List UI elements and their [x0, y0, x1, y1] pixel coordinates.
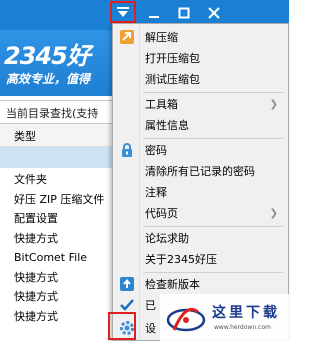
menu-item-label: 设	[145, 322, 156, 335]
update-icon	[119, 276, 135, 292]
menu-item-label: 清除所有已记录的密码	[145, 165, 255, 178]
menu-item-label: 关于2345好压	[145, 253, 217, 266]
menu-item-about[interactable]: 关于2345好压	[113, 249, 288, 269]
submenu-arrow-icon: ❯	[269, 207, 278, 219]
table-row[interactable]: 快捷方式	[0, 268, 110, 288]
menu-item-label: 测试压缩包	[145, 73, 200, 86]
maximize-button[interactable]	[172, 2, 196, 24]
menu-item-label: 属性信息	[145, 119, 189, 132]
close-icon	[208, 7, 220, 19]
menu-item-codepage[interactable]: 代码页 ❯	[113, 203, 288, 223]
menu-item-label: 解压缩	[145, 31, 178, 44]
table-row[interactable]: 快捷方式	[0, 307, 110, 327]
minimize-icon	[149, 16, 159, 18]
menu-item-label: 密码	[145, 144, 167, 157]
menu-item-label: 打开压缩包	[145, 52, 200, 65]
file-type-list: 文件夹 好压 ZIP 压缩文件 配置设置 快捷方式 BitComet File …	[0, 170, 110, 326]
table-row[interactable]: 配置设置	[0, 209, 110, 229]
menu-item-forum-help[interactable]: 论坛求助	[113, 228, 288, 248]
menu-item-label: 工具箱	[145, 98, 178, 111]
menu-item-properties[interactable]: 属性信息	[113, 115, 288, 135]
menu-item-label: 代码页	[145, 207, 178, 220]
table-row[interactable]: 快捷方式	[0, 287, 110, 307]
watermark-logo-icon	[166, 307, 206, 332]
app-logo: 2345好	[4, 42, 91, 70]
menu-separator	[143, 226, 283, 227]
menu-item-toolbox[interactable]: 工具箱 ❯	[113, 94, 288, 114]
menu-item-clear-passwords[interactable]: 清除所有已记录的密码	[113, 161, 288, 181]
close-button[interactable]	[202, 2, 226, 24]
column-header-label: 类型	[14, 130, 36, 143]
settings-highlight-box	[108, 312, 136, 340]
maximize-icon	[178, 7, 190, 19]
menu-item-extract[interactable]: 解压缩	[113, 27, 288, 47]
menu-item-test-archive[interactable]: 测试压缩包	[113, 69, 288, 89]
watermark-url: www.herdown.com	[214, 324, 271, 331]
menu-separator	[143, 92, 283, 93]
minimize-button[interactable]	[142, 2, 166, 24]
app-slogan: 高效专业，值得	[6, 72, 91, 86]
submenu-arrow-icon: ❯	[269, 98, 278, 110]
lock-icon	[119, 142, 135, 158]
menu-item-comment[interactable]: 注释	[113, 182, 288, 202]
table-row[interactable]: 快捷方式	[0, 229, 110, 249]
menu-separator	[143, 138, 283, 139]
watermark-title: 这里下载	[212, 305, 280, 321]
table-row[interactable]: BitComet File	[0, 248, 110, 268]
table-row[interactable]: 文件夹	[0, 170, 110, 190]
search-placeholder: 当前目录查找(支持	[6, 107, 99, 120]
table-row[interactable]: 好压 ZIP 压缩文件	[0, 190, 110, 210]
menu-item-open-archive[interactable]: 打开压缩包	[113, 48, 288, 68]
extract-icon	[119, 29, 135, 45]
menu-item-label: 检查新版本	[145, 278, 200, 291]
checkmark-icon	[119, 297, 135, 313]
menu-item-label: 注释	[145, 186, 167, 199]
menu-item-check-update[interactable]: 检查新版本	[113, 274, 288, 294]
dropdown-menu-icon	[117, 7, 129, 17]
menu-item-password[interactable]: 密码	[113, 140, 288, 160]
menu-item-label: 论坛求助	[145, 232, 189, 245]
menu-separator	[143, 272, 283, 273]
main-menu-button[interactable]	[110, 1, 136, 23]
watermark: 这里下载 www.herdown.com	[160, 294, 289, 341]
menu-item-label: 已	[145, 299, 156, 312]
